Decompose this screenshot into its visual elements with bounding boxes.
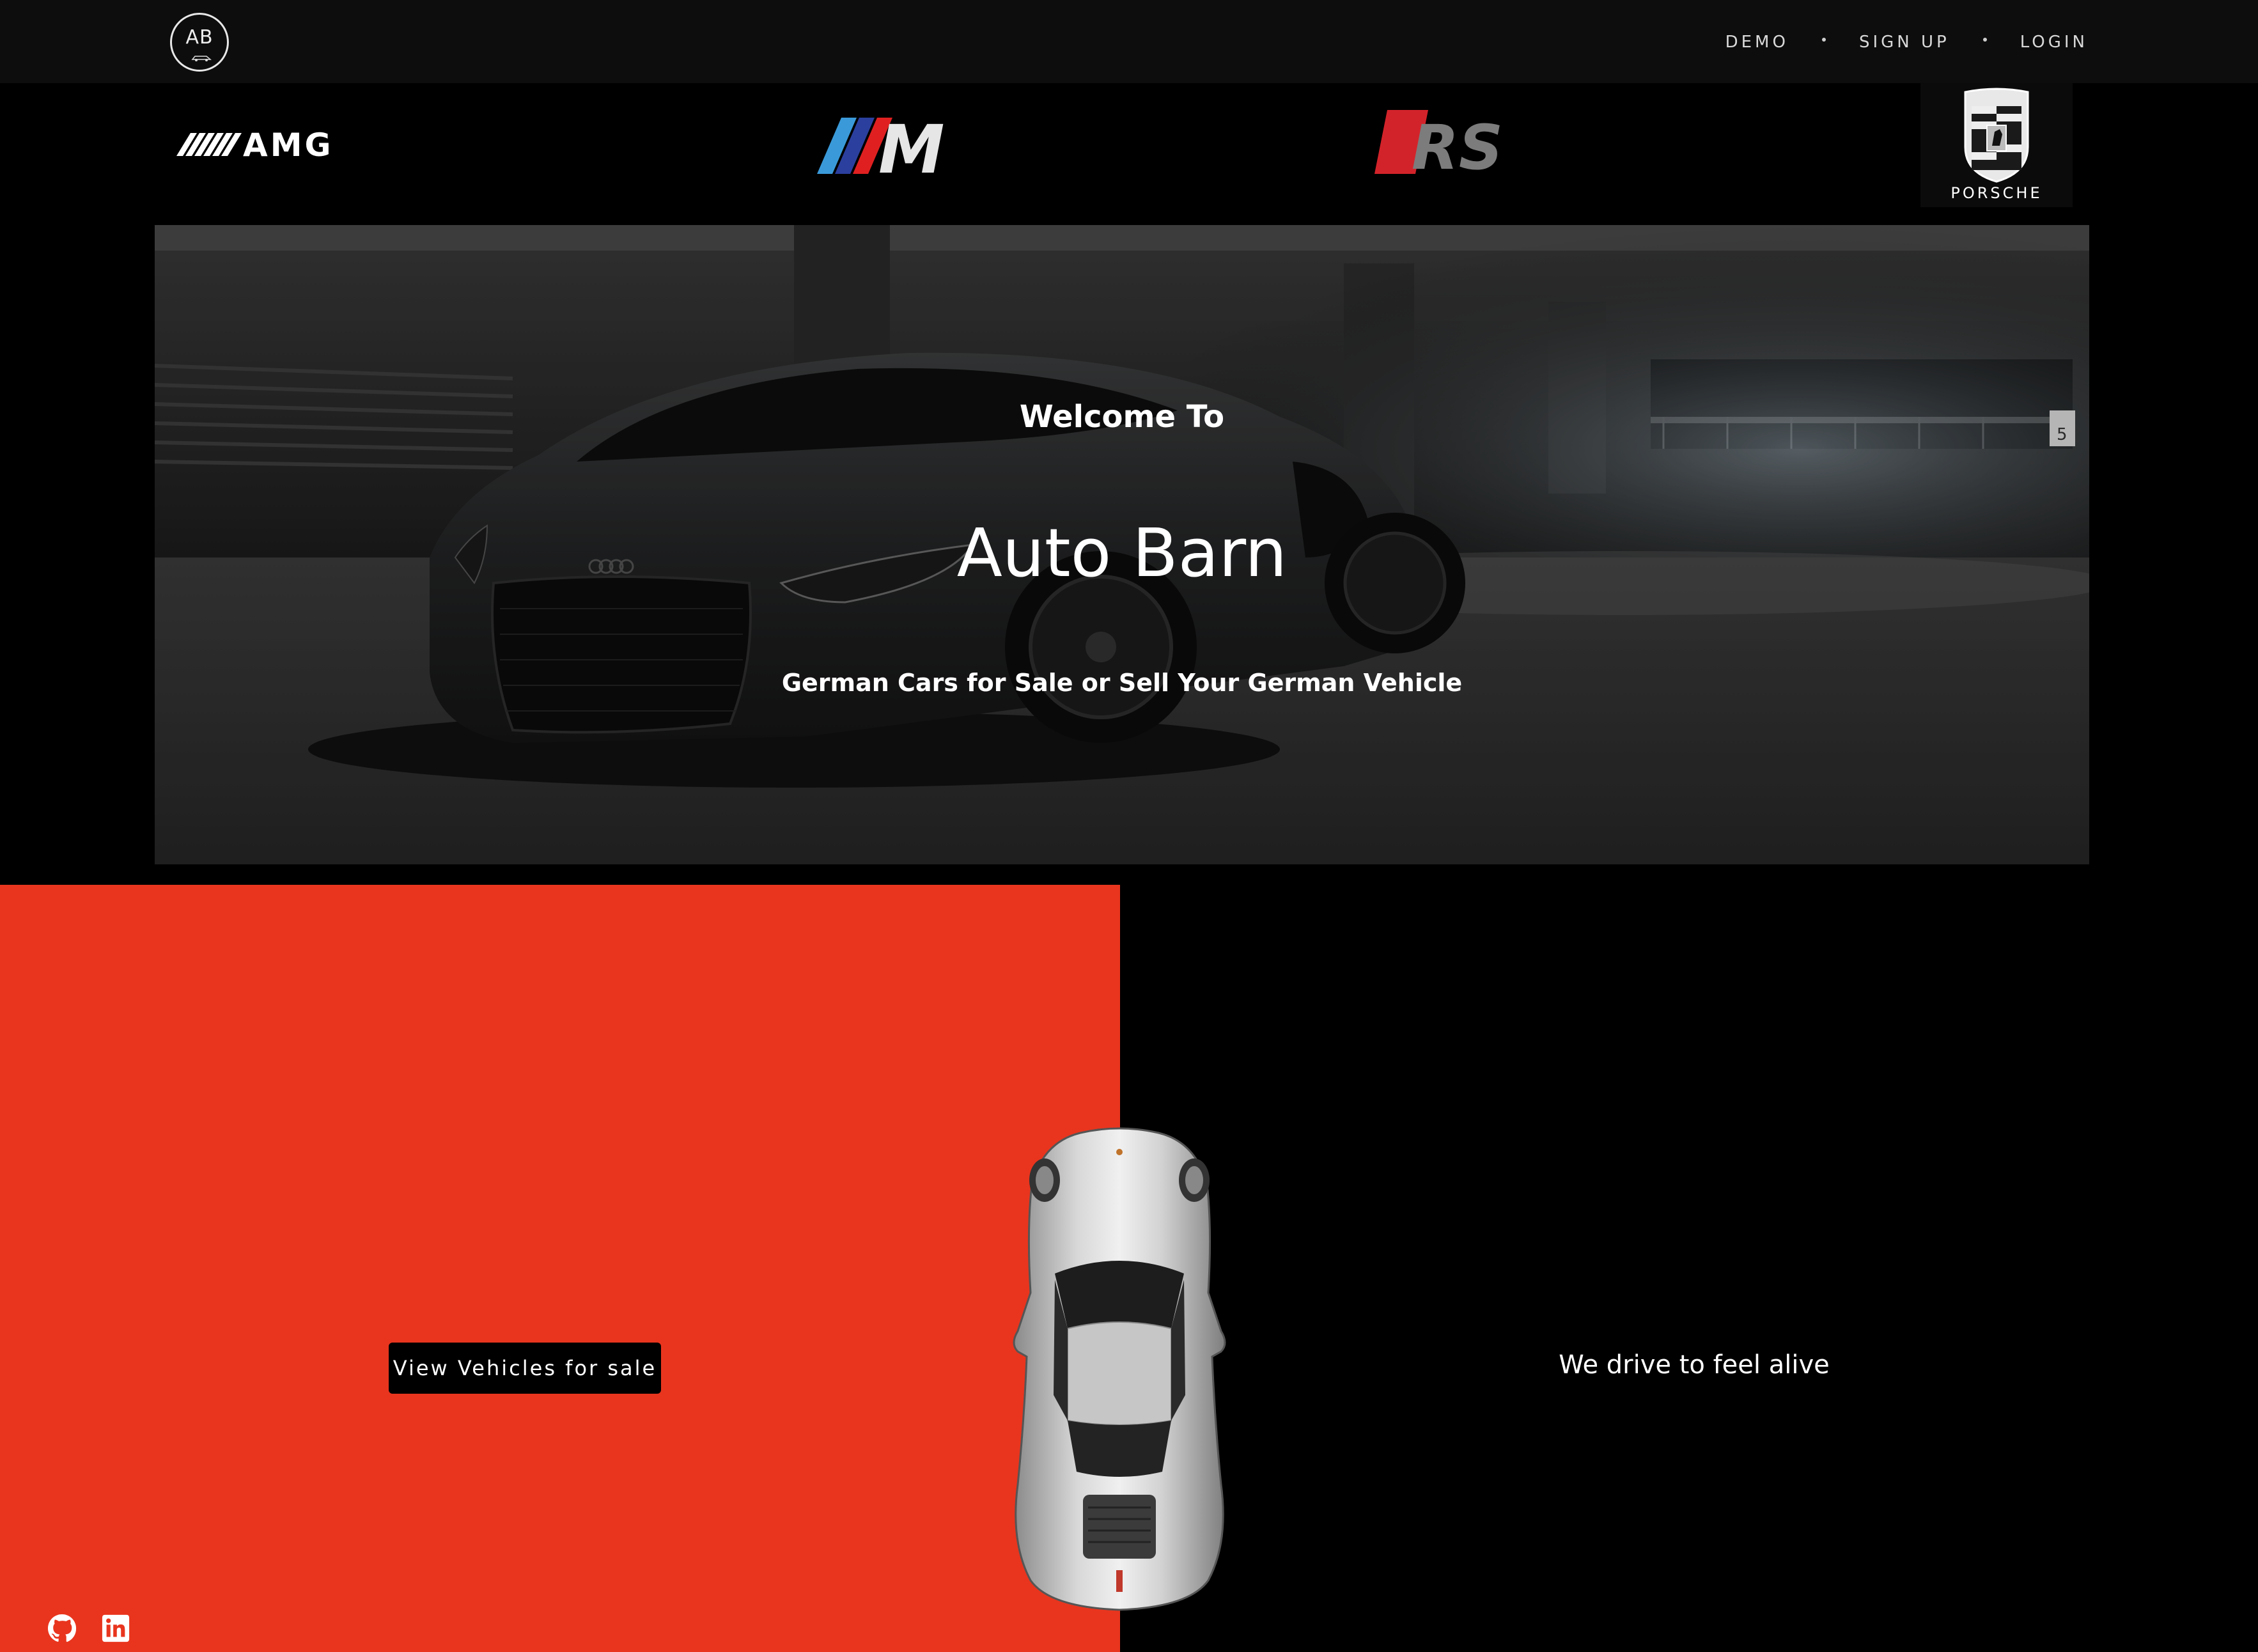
- view-vehicles-button[interactable]: View Vehicles for sale: [389, 1343, 661, 1394]
- porsche-logo-text: PORSCHE: [1950, 184, 2043, 202]
- black-panel: [1120, 885, 2258, 1652]
- porsche-logo[interactable]: PORSCHE: [1920, 83, 2073, 207]
- red-panel: [0, 885, 1120, 1652]
- top-nav: AB DEMO SIGN UP LOGIN: [0, 0, 2258, 83]
- audi-rs-logo[interactable]: RS: [1374, 110, 1547, 178]
- logo-car-icon: [191, 56, 212, 61]
- nav-login-link[interactable]: LOGIN: [2020, 33, 2088, 52]
- porsche-topdown-image: [1013, 1127, 1226, 1611]
- nav-separator: [1821, 38, 1826, 42]
- page: AB DEMO SIGN UP LOGIN AMG M RS PORSCHE 5…: [0, 0, 2258, 1652]
- hero-title: Auto Barn: [956, 514, 1288, 592]
- site-logo[interactable]: AB: [170, 13, 229, 72]
- nav-links: DEMO SIGN UP LOGIN: [1725, 29, 2088, 55]
- hero-banner: 5 Welcome To Auto Barn German Cars for S…: [155, 225, 2089, 864]
- m-logo-text: M: [878, 116, 945, 175]
- amg-logo-text: AMG: [243, 130, 334, 159]
- brand-logos-row: AMG M RS PORSCHE: [0, 83, 2258, 225]
- amg-stripes-icon: [176, 133, 242, 156]
- bmw-m-logo[interactable]: M: [817, 116, 960, 175]
- linkedin-icon[interactable]: [101, 1614, 130, 1643]
- hero-subtitle: German Cars for Sale or Sell Your German…: [781, 669, 1463, 697]
- nav-separator: [1982, 38, 1987, 42]
- amg-logo[interactable]: AMG: [176, 130, 400, 159]
- nav-signup-link[interactable]: SIGN UP: [1859, 33, 1950, 52]
- hero-welcome: Welcome To: [1019, 399, 1225, 435]
- logo-text: AB: [185, 26, 214, 49]
- github-icon[interactable]: [47, 1614, 77, 1643]
- nav-demo-link[interactable]: DEMO: [1725, 33, 1789, 52]
- rs-logo-text: RS: [1412, 112, 1503, 178]
- tagline: We drive to feel alive: [1559, 1350, 1830, 1380]
